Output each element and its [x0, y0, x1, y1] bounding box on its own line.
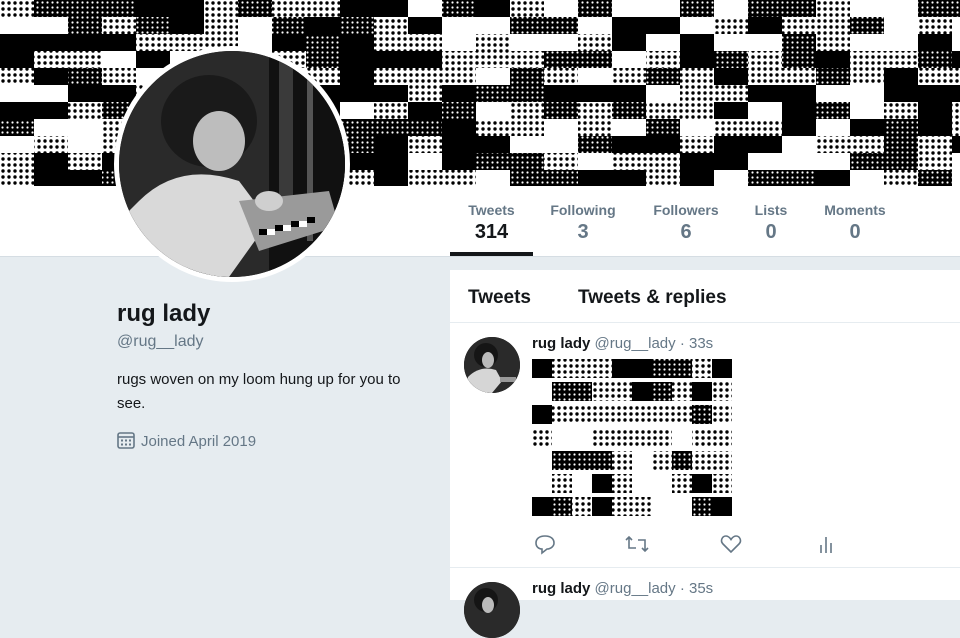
stat-value: 314 — [474, 221, 509, 243]
joined-date: Joined April 2019 — [141, 433, 257, 450]
stat-value: 0 — [849, 221, 861, 243]
profile-bio: rugs woven on my loom hung up for you to… — [117, 371, 401, 412]
calendar-icon — [117, 432, 135, 449]
stat-tweets[interactable]: Tweets 314 — [450, 186, 533, 256]
heart-icon[interactable] — [720, 533, 742, 560]
stat-following[interactable]: Following 3 — [540, 186, 626, 256]
stat-value: 0 — [765, 221, 777, 243]
stat-lists[interactable]: Lists 0 — [746, 186, 796, 256]
tweet-avatar[interactable] — [464, 337, 520, 393]
tweet-separator: · — [679, 580, 685, 597]
tweet-author-handle[interactable]: @rug__lady — [595, 335, 676, 352]
profile-avatar[interactable] — [114, 46, 350, 282]
timeline: Tweets Tweets & replies rug lady @rug__l… — [450, 270, 960, 638]
tweet-author-name[interactable]: rug lady — [532, 580, 590, 597]
stat-label: Tweets — [468, 202, 515, 218]
stat-followers[interactable]: Followers 6 — [642, 186, 730, 256]
profile-name: rug lady — [117, 300, 211, 327]
tweet-actions — [532, 533, 952, 557]
analytics-icon[interactable] — [816, 533, 838, 560]
stat-value: 6 — [680, 221, 692, 243]
reply-icon[interactable] — [534, 533, 556, 560]
tweet-rug-image[interactable] — [532, 357, 732, 522]
tweet-avatar[interactable] — [464, 582, 520, 638]
profile-joined: Joined April 2019 — [117, 431, 256, 450]
stat-label: Moments — [824, 202, 886, 218]
tweet-author-name[interactable]: rug lady — [532, 335, 590, 352]
stat-label: Following — [550, 202, 616, 218]
timeline-tabs: Tweets Tweets & replies — [450, 270, 960, 323]
tweet-timestamp[interactable]: 35s — [689, 580, 713, 597]
tweet-timestamp[interactable]: 33s — [689, 335, 713, 352]
tweet-header: rug lady @rug__lady · 35s — [532, 580, 713, 597]
stat-moments[interactable]: Moments 0 — [814, 186, 896, 256]
tweet-author-handle[interactable]: @rug__lady — [595, 580, 676, 597]
tweet-separator: · — [679, 335, 685, 352]
stat-label: Lists — [754, 202, 788, 218]
stat-value: 3 — [577, 221, 589, 243]
profile-handle[interactable]: @rug__lady — [117, 333, 204, 351]
tweet[interactable]: rug lady @rug__lady · 35s — [450, 568, 960, 638]
tweet[interactable]: rug lady @rug__lady · 33s — [450, 323, 960, 568]
stat-label: Followers — [653, 202, 719, 218]
retweet-icon[interactable] — [624, 533, 650, 560]
tab-tweets-replies[interactable]: Tweets & replies — [578, 287, 727, 309]
tab-tweets[interactable]: Tweets — [468, 287, 531, 309]
tweet-header: rug lady @rug__lady · 33s — [532, 335, 713, 352]
